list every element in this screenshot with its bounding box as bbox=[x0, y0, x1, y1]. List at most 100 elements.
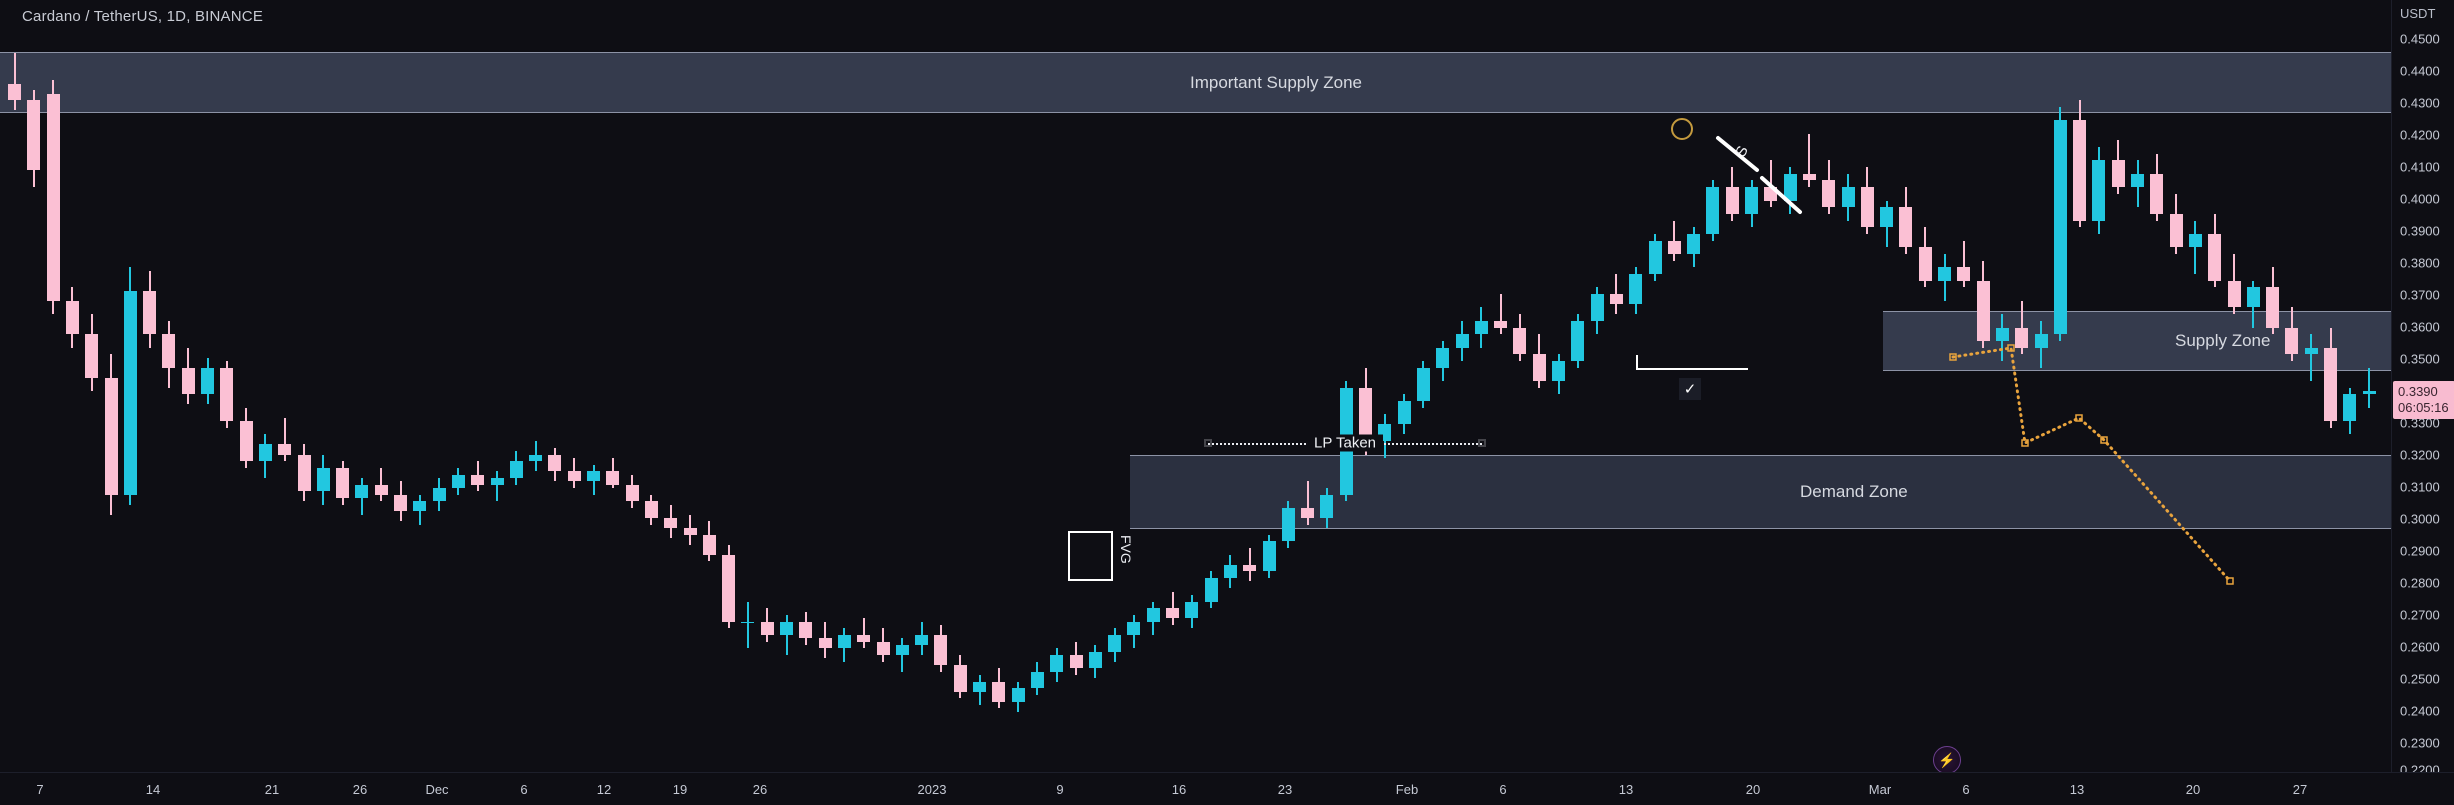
price-tick: 0.2700 bbox=[2400, 607, 2440, 623]
candle-body bbox=[683, 528, 697, 535]
projection-handle[interactable] bbox=[2226, 577, 2234, 585]
candle-body bbox=[1667, 240, 1681, 254]
candle-body bbox=[1957, 267, 1971, 281]
price-tick: 0.2400 bbox=[2400, 703, 2440, 719]
price-tick: 0.2300 bbox=[2400, 735, 2440, 751]
price-tick: 0.3800 bbox=[2400, 255, 2440, 271]
projection-handle[interactable] bbox=[2021, 439, 2029, 447]
check-glyph: ✓ bbox=[1683, 380, 1697, 398]
candle-body bbox=[1552, 360, 1565, 381]
candle-body bbox=[2304, 347, 2318, 355]
price-tick: 0.4200 bbox=[2400, 127, 2440, 143]
candle-body bbox=[220, 367, 234, 422]
candle-body bbox=[1609, 294, 1623, 305]
candle-body bbox=[818, 638, 832, 649]
candle-body bbox=[741, 621, 755, 624]
lightning-bolt-icon[interactable]: ⚡ bbox=[1933, 746, 1961, 772]
candle-body bbox=[65, 300, 79, 335]
candle-body bbox=[934, 634, 948, 666]
time-scale[interactable]: 7 14 21 26 Dec 6 12 19 26 2023 9 16 23 Feb 6 13 20 Mar 6 13… bbox=[0, 772, 2454, 805]
time-tick: 13 bbox=[1618, 782, 1634, 797]
time-tick: 2023 bbox=[917, 782, 947, 797]
candle-body bbox=[702, 534, 716, 555]
candle-body bbox=[162, 334, 176, 368]
candle-body bbox=[1802, 173, 1816, 181]
base-bracket-line[interactable] bbox=[1636, 355, 1748, 370]
candle-body bbox=[316, 467, 330, 492]
candle-body bbox=[973, 681, 986, 692]
candle-body bbox=[837, 634, 851, 649]
candle-wick bbox=[283, 417, 286, 462]
candle-body bbox=[46, 93, 60, 301]
candle-body bbox=[2169, 213, 2183, 248]
time-tick: 13 bbox=[2069, 782, 2085, 797]
candle-body bbox=[297, 454, 311, 492]
price-scale[interactable]: USDT 0.4500 0.4400 0.4300 0.4200 0.4100 0.400… bbox=[2391, 0, 2454, 778]
current-price-value: 0.3390 bbox=[2398, 384, 2438, 399]
price-tick: 0.3600 bbox=[2400, 319, 2440, 335]
candle-body bbox=[1204, 578, 1218, 602]
candle-body bbox=[201, 367, 214, 395]
important-supply-zone-label: Important Supply Zone bbox=[1190, 72, 1362, 92]
candle-body bbox=[1513, 327, 1527, 355]
time-tick: 9 bbox=[1056, 782, 1064, 797]
candle-body bbox=[1764, 187, 1778, 201]
candle-body bbox=[355, 484, 369, 498]
candle-body bbox=[27, 100, 41, 171]
projection-handle[interactable] bbox=[2075, 414, 2083, 422]
candle-body bbox=[1532, 354, 1546, 381]
candle-body bbox=[1416, 367, 1430, 402]
price-tick: 0.3700 bbox=[2400, 287, 2440, 303]
candle-body bbox=[1088, 651, 1102, 669]
candle-body bbox=[1687, 233, 1701, 254]
time-tick: Mar bbox=[1868, 782, 1892, 797]
candle-body bbox=[1223, 564, 1237, 579]
lp-taken-label: LP Taken bbox=[1307, 434, 1383, 452]
candle-body bbox=[2131, 173, 2144, 188]
lp-taken-handle-right[interactable] bbox=[1478, 439, 1486, 447]
supply-zone-label: Supply Zone bbox=[2175, 331, 2271, 350]
time-tick: 26 bbox=[752, 782, 768, 797]
time-tick: 7 bbox=[36, 782, 44, 797]
candle-body bbox=[1860, 187, 1874, 228]
supply-zone[interactable]: Supply Zone bbox=[1883, 311, 2391, 371]
candle-body bbox=[876, 641, 890, 656]
important-supply-zone[interactable]: Important Supply Zone bbox=[0, 52, 2391, 113]
time-tick: 14 bbox=[145, 782, 161, 797]
lp-taken-handle-left[interactable] bbox=[1204, 439, 1212, 447]
time-tick: 16 bbox=[1171, 782, 1187, 797]
candle-body bbox=[432, 487, 446, 502]
gold-circle-marker[interactable] bbox=[1671, 118, 1693, 140]
candle-body bbox=[143, 290, 157, 335]
time-tick: 27 bbox=[2292, 782, 2308, 797]
candle-body bbox=[1590, 294, 1604, 321]
price-tick: 0.3200 bbox=[2400, 447, 2440, 463]
candle-body bbox=[1706, 187, 1720, 234]
candle-body bbox=[2208, 233, 2222, 281]
price-tick: 0.3100 bbox=[2400, 479, 2440, 495]
demand-zone[interactable]: Demand Zone bbox=[1130, 455, 2391, 529]
candle-body bbox=[1166, 608, 1179, 619]
check-mark-icon[interactable]: ✓ bbox=[1679, 378, 1701, 400]
time-tick: 21 bbox=[264, 782, 280, 797]
candle-body bbox=[1783, 173, 1797, 201]
price-tick: 0.3500 bbox=[2400, 351, 2440, 367]
time-tick: 20 bbox=[1745, 782, 1761, 797]
candle-body bbox=[1146, 608, 1160, 622]
tradingview-chart-screen: Important Supply Zone Supply Zone Demand Z… bbox=[0, 0, 2454, 805]
projection-handle[interactable] bbox=[2100, 436, 2108, 444]
candle-body bbox=[2053, 120, 2067, 335]
candle-body bbox=[2073, 120, 2087, 221]
symbol-title[interactable]: Cardano / TetherUS, 1D, BINANCE bbox=[22, 8, 263, 25]
price-tick: 0.2900 bbox=[2400, 543, 2440, 559]
candle-body bbox=[2266, 287, 2280, 328]
candle-body bbox=[2324, 347, 2337, 422]
candle-body bbox=[1108, 634, 1122, 652]
candle-body bbox=[394, 494, 407, 512]
price-tick: 0.3900 bbox=[2400, 223, 2440, 239]
candle-body bbox=[413, 501, 427, 512]
candle-body bbox=[1841, 187, 1855, 208]
candle-body bbox=[471, 474, 485, 485]
fvg-box[interactable] bbox=[1068, 531, 1113, 581]
chart-panel[interactable]: Important Supply Zone Supply Zone Demand Z… bbox=[0, 0, 2391, 772]
